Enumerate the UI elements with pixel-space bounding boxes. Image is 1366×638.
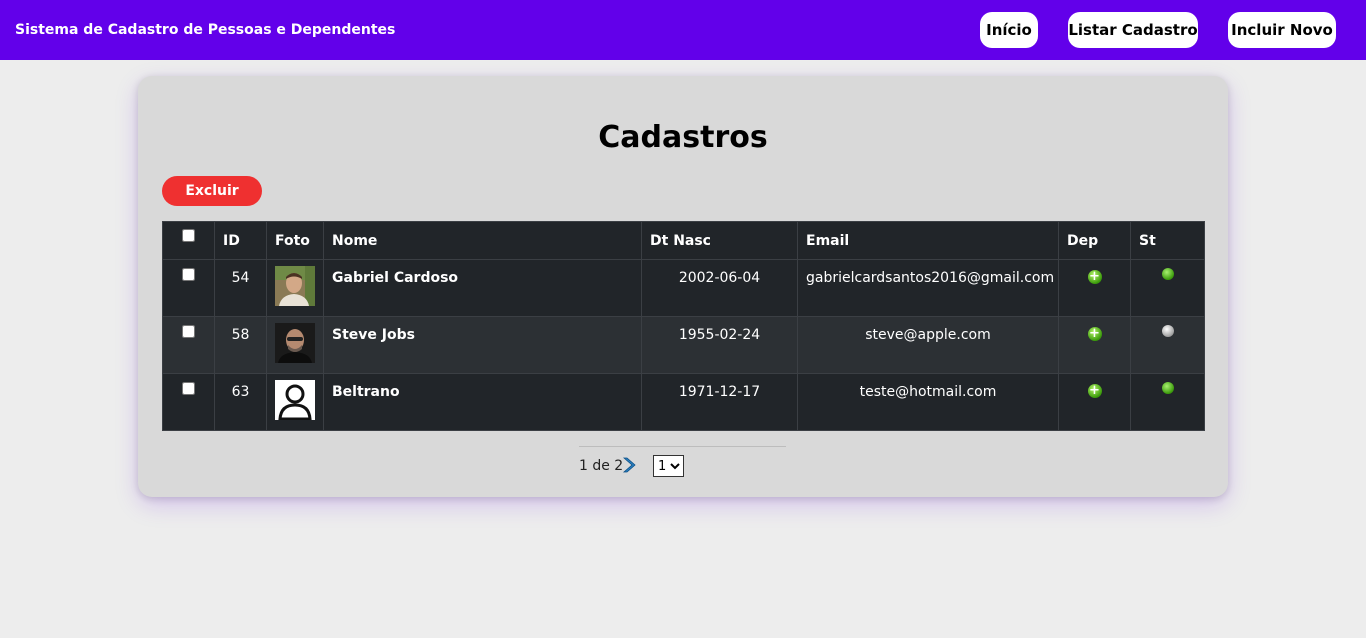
navbar: Sistema de Cadastro de Pessoas e Depende…	[0, 0, 1366, 60]
cadastros-panel: Cadastros Excluir ID Foto Nome Dt Nasc E…	[138, 76, 1228, 497]
select-all-checkbox[interactable]	[182, 229, 195, 242]
app-title: Sistema de Cadastro de Pessoas e Depende…	[15, 22, 396, 38]
row-birth-date: 1971-12-17	[641, 373, 798, 431]
row-dep-cell: +	[1058, 259, 1131, 317]
row-name: Steve Jobs	[323, 316, 642, 374]
row-photo-cell	[266, 373, 324, 431]
row-checkbox[interactable]	[182, 382, 195, 395]
row-id: 58	[214, 316, 267, 374]
page-title: Cadastros	[598, 120, 768, 155]
row-name: Beltrano	[323, 373, 642, 431]
photo-placeholder-avatar	[275, 380, 315, 420]
chevron-right-icon[interactable]	[622, 457, 636, 473]
table-row: 54 Gabriel Cardoso 2002-06-04 gabrielcar…	[162, 259, 1205, 317]
pagination-status: 1 de 2	[579, 458, 624, 474]
header-dep: Dep	[1058, 221, 1131, 260]
header-dt-nasc: Dt Nasc	[641, 221, 798, 260]
page-select[interactable]: 1	[653, 455, 684, 477]
photo-gabriel	[275, 266, 315, 306]
plus-circle-icon[interactable]: +	[1087, 270, 1102, 284]
row-dep-cell: +	[1058, 373, 1131, 431]
photo-steve	[275, 323, 315, 363]
row-email: teste@hotmail.com	[797, 373, 1059, 431]
nav-listar-cadastro-button[interactable]: Listar Cadastro	[1068, 12, 1198, 48]
header-email: Email	[797, 221, 1059, 260]
header-nome: Nome	[323, 221, 642, 260]
delete-button[interactable]: Excluir	[162, 176, 262, 206]
row-checkbox[interactable]	[182, 268, 195, 281]
table-header-row: ID Foto Nome Dt Nasc Email Dep St	[162, 221, 1205, 260]
row-photo-cell	[266, 259, 324, 317]
row-select-cell	[162, 373, 215, 431]
status-dot-icon	[1161, 382, 1174, 394]
row-checkbox[interactable]	[182, 325, 195, 338]
plus-circle-icon[interactable]: +	[1087, 384, 1102, 398]
row-select-cell	[162, 259, 215, 317]
status-dot-icon	[1161, 325, 1174, 337]
row-status-cell	[1130, 373, 1205, 431]
table-row: 63 Beltrano 1971-12-17 teste@hotmail.com…	[162, 373, 1205, 431]
plus-circle-icon[interactable]: +	[1087, 327, 1102, 341]
row-name: Gabriel Cardoso	[323, 259, 642, 317]
table-row: 58 Steve Jobs 1955-02-24 steve@apple.com…	[162, 316, 1205, 374]
row-id: 63	[214, 373, 267, 431]
row-dep-cell: +	[1058, 316, 1131, 374]
status-dot-icon	[1161, 268, 1174, 280]
row-id: 54	[214, 259, 267, 317]
pagination-divider	[579, 446, 786, 447]
cadastros-table: ID Foto Nome Dt Nasc Email Dep St 54 Gab…	[162, 221, 1205, 431]
row-email: steve@apple.com	[797, 316, 1059, 374]
row-status-cell	[1130, 316, 1205, 374]
nav-incluir-novo-button[interactable]: Incluir Novo	[1228, 12, 1336, 48]
nav-inicio-button[interactable]: Início	[980, 12, 1038, 48]
header-foto: Foto	[266, 221, 324, 260]
select-all-header	[162, 221, 215, 260]
row-status-cell	[1130, 259, 1205, 317]
header-id: ID	[214, 221, 267, 260]
row-photo-cell	[266, 316, 324, 374]
row-birth-date: 2002-06-04	[641, 259, 798, 317]
header-st: St	[1130, 221, 1205, 260]
row-birth-date: 1955-02-24	[641, 316, 798, 374]
row-email: gabrielcardsantos2016@gmail.com	[797, 259, 1059, 317]
row-select-cell	[162, 316, 215, 374]
